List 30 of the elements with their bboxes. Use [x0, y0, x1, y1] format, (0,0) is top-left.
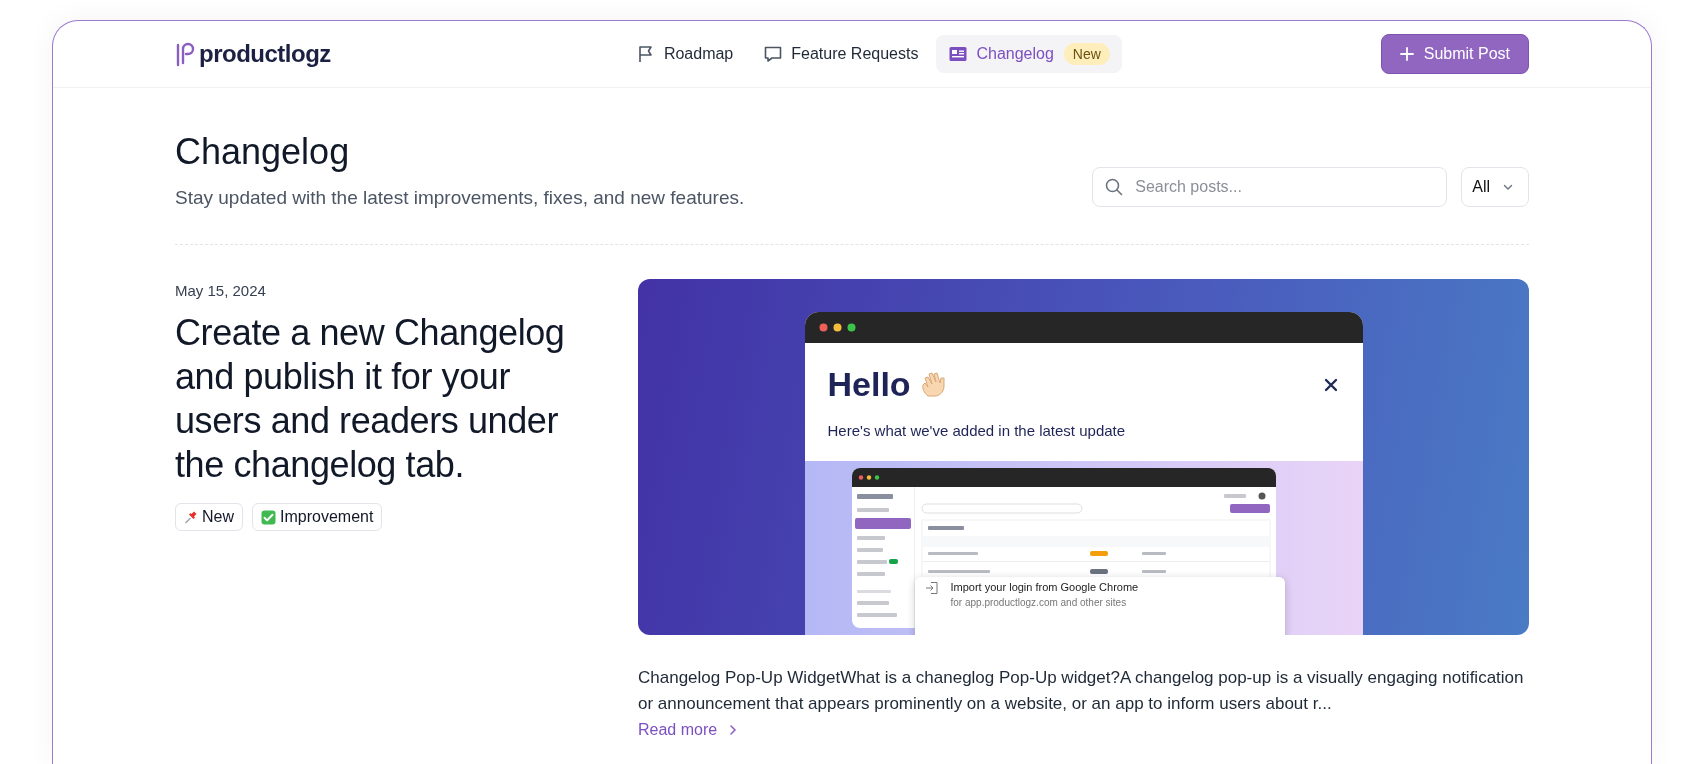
- sign-in-icon: [924, 581, 939, 595]
- page-title: Changelog: [175, 131, 351, 173]
- tag: New: [175, 503, 243, 531]
- chat-icon: [763, 44, 784, 64]
- pushpin-icon: [184, 510, 198, 524]
- popup-heading: Hello: [827, 365, 911, 404]
- page-subtitle: Stay updated with the latest improvements, fixes, and new features.: [175, 187, 745, 209]
- nav-tab[interactable]: Changelog New: [936, 35, 1122, 73]
- close-icon[interactable]: [1323, 377, 1338, 392]
- logo-icon: [175, 41, 195, 67]
- filter-dropdown[interactable]: All: [1461, 167, 1529, 207]
- search-icon: [1104, 177, 1125, 197]
- post-excerpt: Changelog Pop-Up WidgetWhat is a chaneglog Pop-Up widget?A changelog pop-up is a visually engaging notification or announcement that appears prominently on a website, or an app to inform users about r...: [638, 667, 1525, 715]
- submit-post-button[interactable]: Submit Post: [1380, 34, 1529, 74]
- post-date: May 15, 2024: [175, 282, 267, 299]
- nav-tab[interactable]: Roadmap: [623, 36, 746, 72]
- brand-name: productlogz: [199, 40, 331, 68]
- newspaper-icon: [948, 44, 969, 64]
- new-badge: New: [1063, 43, 1110, 65]
- check-icon: [261, 509, 276, 525]
- post-title: Create a new Changelog and publish it for your users and readers under the changelog tab.: [175, 311, 566, 487]
- prompt-title: Import your login from Google Chrome: [950, 581, 1139, 593]
- search-field[interactable]: Search posts...: [1092, 167, 1448, 207]
- prompt-subtitle: for app.productlogz.com and other sites: [950, 597, 1128, 608]
- window-controls-icon: [818, 323, 857, 332]
- plus-icon: [1399, 47, 1414, 61]
- nav-tab[interactable]: Feature Requests: [751, 36, 931, 72]
- read-more-link[interactable]: Read more: [638, 721, 740, 739]
- tag: Improvement: [252, 503, 383, 531]
- popup-subheading: Here's what we've added in the latest update: [827, 422, 1127, 439]
